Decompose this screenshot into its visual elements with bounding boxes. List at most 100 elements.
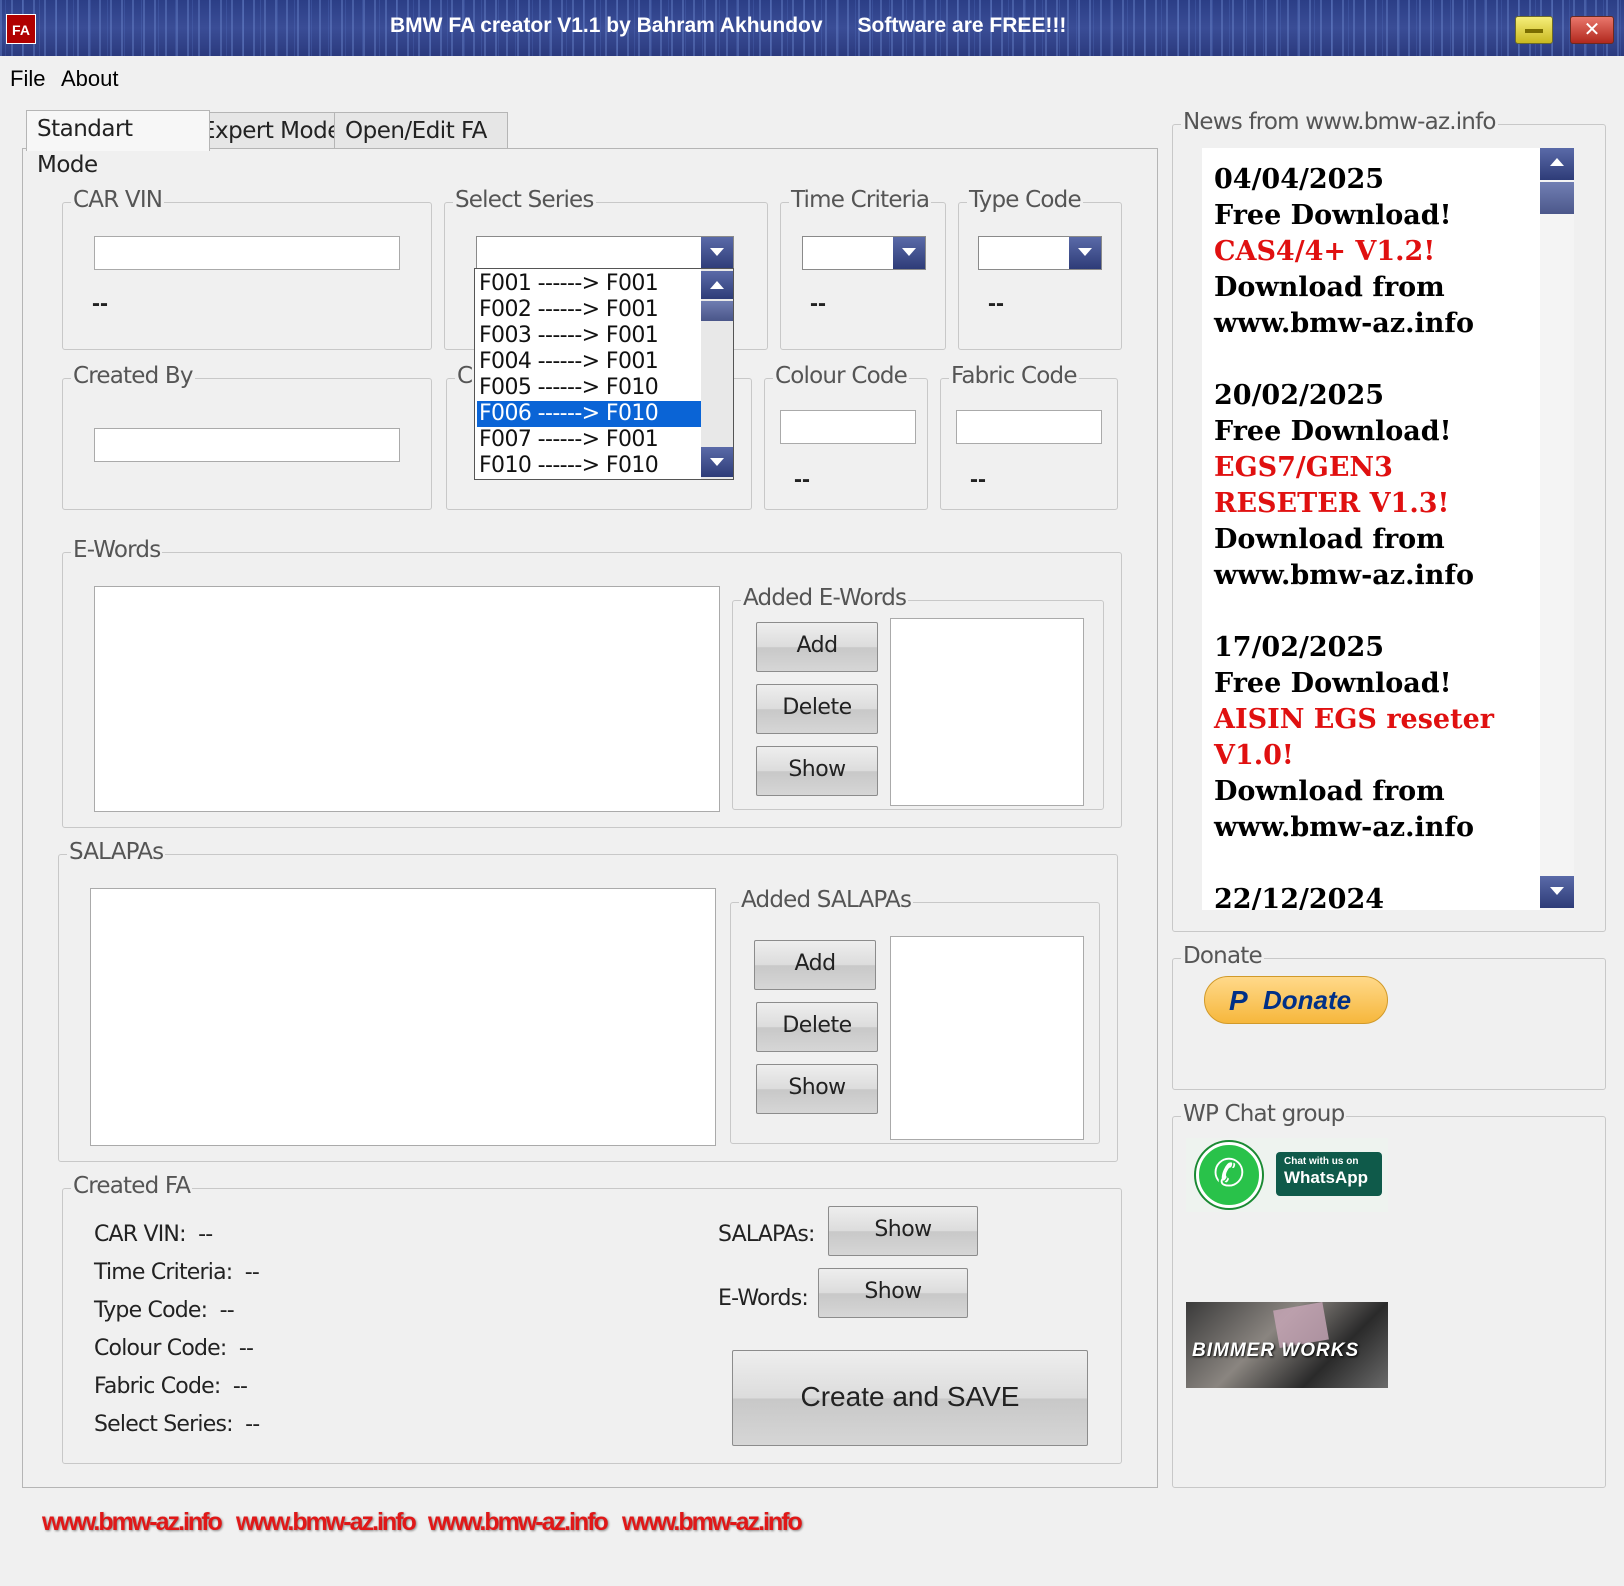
series-option-selected[interactable]: F006 ------> F010 [477,401,701,427]
donate-button[interactable]: P Donate [1204,976,1388,1024]
series-dropdown-list[interactable]: F001 ------> F001 F002 ------> F001 F003… [474,268,734,480]
type-code-value: -- [988,290,1004,317]
whatsapp-badge-text: Chat with us on WhatsApp [1276,1152,1382,1196]
minimize-button[interactable] [1515,16,1553,44]
news-line: Download from [1214,524,1445,555]
close-button[interactable]: ✕ [1570,16,1614,44]
news-scroll-up-icon[interactable] [1540,148,1574,180]
type-code-dropdown-icon[interactable] [1069,237,1101,269]
created-fa-colour-code: Colour Code: -- [94,1336,254,1361]
salapas-show-button[interactable]: Show [756,1064,878,1114]
salapas-list[interactable] [90,888,716,1146]
tab-standart-mode[interactable]: Standart Mode [26,110,210,178]
e-words-label: E-Words [71,537,163,563]
created-fa-select-series: Select Series: -- [94,1412,260,1437]
time-criteria-group: Time Criteria [780,187,946,350]
series-list-scrollbar[interactable] [701,269,733,479]
series-option[interactable]: F001 ------> F001 [477,271,701,297]
e-words-show-button[interactable]: Show [756,746,878,796]
footer-link[interactable]: www.bmw-az.info [622,1508,803,1537]
tab-expert-mode[interactable]: Expert Mode [190,112,354,149]
e-words-add-button[interactable]: Add [756,622,878,672]
fabric-code-label: Fabric Code [949,363,1079,389]
created-fa-salapas-show-button[interactable]: Show [828,1206,978,1256]
series-option[interactable]: F003 ------> F001 [477,323,701,349]
donate-button-label: Donate [1263,985,1352,1015]
bimmerworks-logo[interactable]: BIMMER WORKS [1186,1301,1388,1388]
added-e-words-list[interactable] [890,618,1084,806]
car-vin-value: -- [92,290,108,317]
e-words-delete-button[interactable]: Delete [756,684,878,734]
created-fa-fabric-code: Fabric Code: -- [94,1374,248,1399]
added-salapas-label: Added SALAPAs [739,887,914,913]
added-e-words-label: Added E-Words [741,585,909,611]
news-line: Free Download! [1214,668,1452,699]
select-series-label: Select Series [453,187,596,213]
news-line: Free Download! [1214,200,1452,231]
series-option[interactable]: F005 ------> F010 [477,375,701,401]
time-criteria-label: Time Criteria [789,187,932,213]
app-icon[interactable]: FA [6,14,36,44]
type-code-combo[interactable] [978,236,1102,270]
news-line: www.bmw-az.info [1214,812,1475,843]
created-by-input[interactable] [94,428,400,462]
select-series-combo[interactable] [476,236,734,270]
series-option[interactable]: F010 ------> F010 [477,453,701,479]
series-option[interactable]: F007 ------> F001 [477,427,701,453]
news-line-highlight: EGS7/GEN3 [1214,452,1393,483]
news-label: News from www.bmw-az.info [1181,109,1498,135]
created-fa-type-code: Type Code: -- [94,1298,235,1323]
created-fa-e-words-label: E-Words: [718,1286,809,1311]
time-criteria-combo[interactable] [802,236,926,270]
colour-code-group: Colour Code [764,363,928,510]
news-date: 22/12/2024 [1214,884,1385,910]
fabric-code-group: Fabric Code [940,363,1118,510]
news-line: Download from [1214,272,1445,303]
news-line-highlight: RESETER V1.3! [1214,488,1450,519]
news-line-highlight: V1.0! [1214,740,1294,771]
news-scroll-thumb[interactable] [1540,182,1574,214]
created-fa-car-vin: CAR VIN: -- [94,1222,213,1247]
created-fa-time-criteria: Time Criteria: -- [94,1260,260,1285]
bimmerworks-text: BIMMER WORKS [1192,1340,1360,1361]
footer-link[interactable]: www.bmw-az.info [428,1508,609,1537]
time-criteria-value: -- [810,290,826,317]
tab-open-edit-fa[interactable]: Open/Edit FA [334,112,508,149]
scroll-thumb[interactable] [701,301,733,321]
type-code-label: Type Code [967,187,1083,213]
series-option[interactable]: F002 ------> F001 [477,297,701,323]
news-content[interactable]: 04/04/2025 Free Download! CAS4/4+ V1.2! … [1202,148,1540,910]
news-line: www.bmw-az.info [1214,560,1475,591]
wp-chat-label: WP Chat group [1181,1101,1347,1127]
scroll-down-icon[interactable] [701,447,733,477]
time-criteria-dropdown-icon[interactable] [893,237,925,269]
menu-bar: File About [0,56,1624,96]
colour-code-label: Colour Code [773,363,910,389]
scroll-up-icon[interactable] [701,271,733,299]
news-line: Download from [1214,776,1445,807]
footer-link[interactable]: www.bmw-az.info [236,1508,417,1537]
select-series-dropdown-icon[interactable] [701,237,733,269]
donate-label: Donate [1181,943,1264,969]
news-scroll-down-icon[interactable] [1540,876,1574,908]
whatsapp-badge[interactable]: ✆ Chat with us on WhatsApp [1186,1138,1388,1212]
footer-link[interactable]: www.bmw-az.info [42,1508,223,1537]
salapas-delete-button[interactable]: Delete [756,1002,878,1052]
news-line-highlight: AISIN EGS reseter [1214,704,1494,735]
menu-file[interactable]: File [10,66,45,92]
fabric-code-value: -- [970,466,986,493]
news-date: 20/02/2025 [1214,380,1385,411]
series-option[interactable]: F004 ------> F001 [477,349,701,375]
salapas-add-button[interactable]: Add [754,940,876,990]
car-vin-label: CAR VIN [71,187,165,213]
news-scrollbar[interactable] [1540,148,1574,910]
create-and-save-button[interactable]: Create and SAVE [732,1350,1088,1446]
paypal-icon: P [1229,985,1248,1016]
colour-code-input[interactable] [780,410,916,444]
e-words-list[interactable] [94,586,720,812]
fabric-code-input[interactable] [956,410,1102,444]
car-vin-input[interactable] [94,236,400,270]
menu-about[interactable]: About [61,66,119,92]
added-salapas-list[interactable] [890,936,1084,1140]
created-fa-e-words-show-button[interactable]: Show [818,1268,968,1318]
